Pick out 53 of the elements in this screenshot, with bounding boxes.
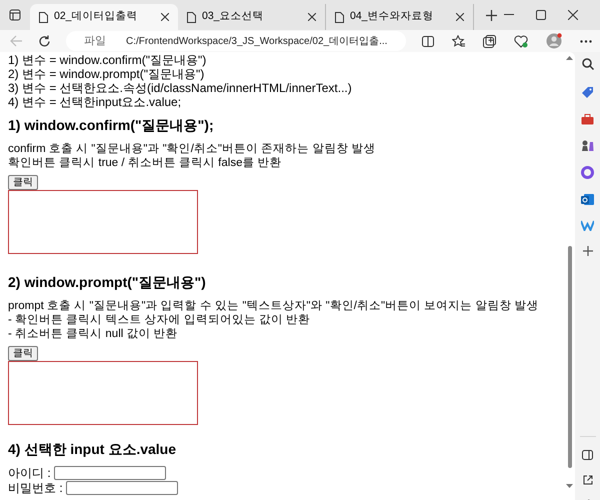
section-heading: 2) window.prompt("질문내용") xyxy=(8,274,207,291)
minimize-icon[interactable] xyxy=(504,14,514,16)
scheme-label: 파일 xyxy=(84,34,106,49)
field-label: 비밀번호 : xyxy=(8,481,63,495)
tag-icon[interactable] xyxy=(581,86,594,99)
text-line: 확인버튼 클릭시 true / 취소버튼 클릭시 false를 반환 xyxy=(8,156,283,170)
scroll-down-icon[interactable] xyxy=(566,484,573,488)
text-line: confirm 호출 시 "질문내용"과 "확인/취소"버튼이 존재하는 알림창 발생 xyxy=(8,142,377,156)
ring-logo-icon[interactable] xyxy=(581,166,594,179)
toolbox-icon[interactable] xyxy=(581,114,594,125)
close-tab-icon[interactable] xyxy=(456,13,464,21)
click-button[interactable]: 클릭 xyxy=(8,175,38,190)
text-line: 2) 변수 = window.prompt("질문내용") xyxy=(8,67,206,81)
section-heading: 4) 선택한 input 요소.value xyxy=(8,441,178,458)
refresh-icon[interactable] xyxy=(38,34,51,48)
close-tab-icon[interactable] xyxy=(161,13,169,21)
maximize-icon[interactable] xyxy=(536,10,546,20)
profile-avatar-icon[interactable] xyxy=(546,33,562,49)
section-heading: 1) window.confirm("질문내용"); xyxy=(8,117,215,134)
field-label: 아이디 : xyxy=(8,466,51,480)
page-icon xyxy=(39,12,48,22)
address-bar[interactable]: 파일 C:/FrontendWorkspace/3_JS_Workspace/02_데이터입출... xyxy=(66,31,406,51)
click-button[interactable]: 클릭 xyxy=(8,346,38,361)
w-logo-icon[interactable] xyxy=(581,220,594,231)
text-line: 1) 변수 = window.confirm("질문내용") xyxy=(8,53,208,67)
input-field[interactable] xyxy=(54,466,166,480)
page-icon xyxy=(187,12,196,22)
more-icon[interactable] xyxy=(580,40,592,42)
tab-actions-icon[interactable] xyxy=(9,9,21,21)
text-line: - 취소버튼 클릭시 null 값이 반환 xyxy=(8,327,179,341)
new-tab-icon[interactable] xyxy=(486,10,497,21)
mail-app-icon[interactable] xyxy=(581,193,594,206)
search-icon[interactable] xyxy=(582,58,594,70)
text-line: 3) 변수 = 선택한요소.속성(id/className/innerHTML/innerText...) xyxy=(8,81,353,95)
split-screen-icon[interactable] xyxy=(422,36,434,46)
browser-tab[interactable]: 02_데이터입출력 xyxy=(30,4,178,30)
page-icon xyxy=(335,12,344,22)
scrollbar-thumb[interactable] xyxy=(568,246,572,468)
text-line: 4) 변수 = 선택한input요소.value; xyxy=(8,95,182,109)
text-line: prompt 호출 시 "질문내용"과 입력할 수 있는 "텍스트상자"와 "확인/취소"버튼이 보여지는 알림창 발생 xyxy=(8,299,540,313)
scroll-up-icon[interactable] xyxy=(566,56,573,60)
collections-icon[interactable] xyxy=(483,34,496,48)
close-tab-icon[interactable] xyxy=(308,13,316,21)
external-link-icon[interactable] xyxy=(582,475,592,485)
favorites-icon[interactable] xyxy=(452,35,465,47)
url-text: C:/FrontendWorkspace/3_JS_Workspace/02_데이터입출... xyxy=(126,34,388,48)
input-field[interactable] xyxy=(66,481,178,495)
chess-pieces-icon[interactable] xyxy=(581,139,594,152)
heart-icon[interactable] xyxy=(514,34,528,48)
sidebar-panel-icon[interactable] xyxy=(582,450,593,460)
add-icon[interactable] xyxy=(582,246,592,256)
text-line: - 확인버튼 클릭시 텍스트 상자에 입력되어있는 값이 반환 xyxy=(8,313,312,327)
close-icon[interactable] xyxy=(568,10,578,20)
